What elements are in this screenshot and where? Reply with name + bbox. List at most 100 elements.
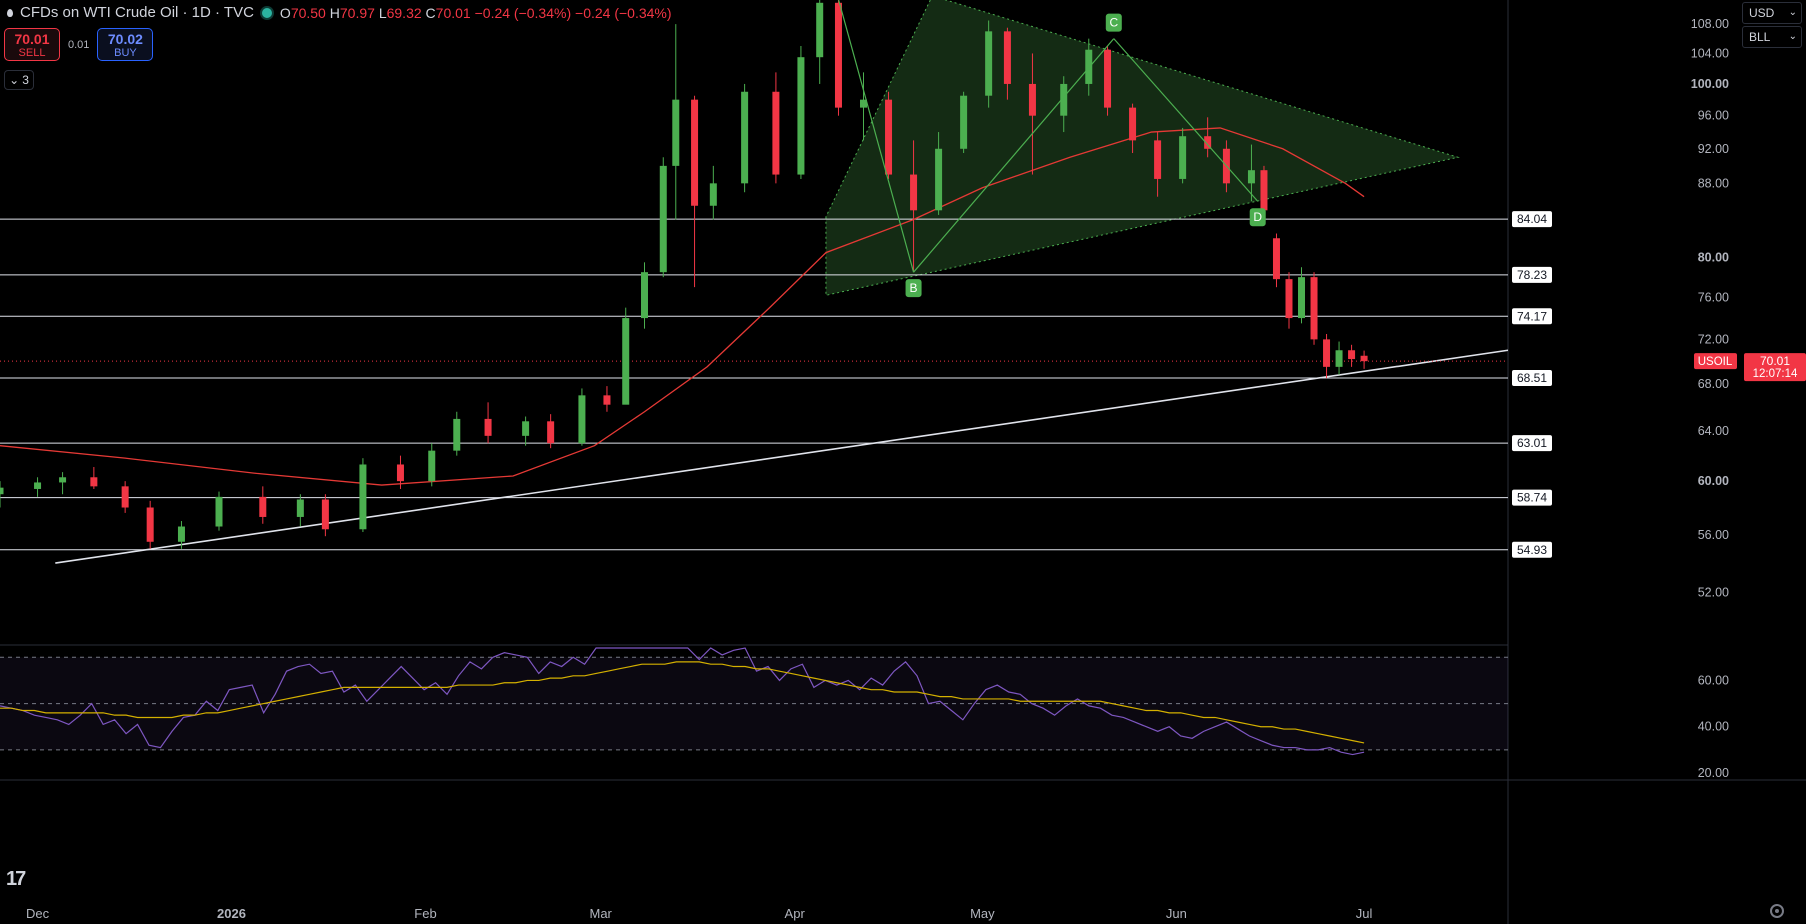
time-tick-label: Feb: [414, 906, 436, 921]
price-tick-label: 80.00: [1698, 250, 1729, 264]
unit-select[interactable]: BLL ⌄: [1742, 26, 1802, 48]
price-tick-label: 76.00: [1698, 290, 1729, 304]
time-tick-label: Mar: [590, 906, 613, 921]
time-tick-label: Jun: [1166, 906, 1187, 921]
candle-body: [484, 418, 492, 436]
level-price-label: 74.17: [1517, 309, 1547, 323]
pattern-point-label: C: [1109, 16, 1118, 30]
candle-body: [1085, 49, 1093, 84]
chevron-down-icon: ⌄: [9, 73, 20, 87]
price-tick-label: 104.00: [1691, 46, 1729, 60]
price-axis[interactable]: 52.00 56.00 60.00 64.00 68.00 72.00 76.00 80.00…: [1512, 17, 1806, 780]
indicators-toggle-button[interactable]: ⌄ 3: [4, 70, 34, 90]
buy-button[interactable]: 70.02 BUY: [97, 28, 154, 61]
triangle-pattern: [825, 0, 1460, 296]
candle-body: [359, 464, 367, 530]
candle-body: [121, 486, 129, 508]
time-tick-label: 2026: [217, 906, 246, 921]
candle-body: [1179, 136, 1187, 179]
candle-body: [1272, 238, 1280, 280]
candle-body: [1310, 277, 1318, 340]
price-tick-label: 96.00: [1698, 109, 1729, 123]
candle-body: [797, 57, 805, 175]
candle-body: [741, 91, 749, 184]
candle-body: [428, 450, 436, 482]
candle-body: [1154, 140, 1162, 179]
candle-body: [0, 487, 4, 495]
time-tick-label: May: [970, 906, 995, 921]
change-value: −0.24 (−0.34%): [474, 4, 572, 21]
market-status-icon[interactable]: [259, 5, 274, 20]
level-price-label: 54.93: [1517, 543, 1547, 557]
candle-body: [215, 496, 223, 527]
candle-body: [885, 99, 893, 175]
candle-body: [1247, 170, 1255, 184]
tradingview-logo-icon[interactable]: 17: [6, 868, 26, 891]
candle-body: [1285, 279, 1293, 319]
rsi-pane[interactable]: [0, 647, 1508, 756]
price-tick-label: 60.00: [1698, 474, 1729, 488]
candle-body: [259, 496, 267, 517]
candle-body: [522, 421, 530, 436]
candle-body: [34, 482, 42, 489]
chevron-down-icon: ⌄: [1788, 31, 1797, 42]
time-axis[interactable]: Dec 2026 Feb Mar Apr May Jun Jul: [26, 906, 1373, 921]
price-tick-label: 100.00: [1691, 77, 1729, 91]
candle-body: [59, 477, 67, 483]
candle-body: [1335, 350, 1343, 367]
price-tick-label: 108.00: [1691, 17, 1729, 31]
time-tick-label: Apr: [785, 906, 806, 921]
candle-body: [640, 272, 648, 319]
support-trendline: [55, 349, 1509, 564]
candle-body: [1129, 107, 1137, 141]
candle-body: [1104, 49, 1112, 108]
candle-body: [1360, 355, 1368, 362]
pattern-point-label: B: [910, 281, 918, 295]
ohlc-values: O70.50 H70.97 L69.32 C70.01 −0.24 (−0.34…: [279, 4, 672, 21]
candle-body: [622, 318, 630, 405]
candle-body: [672, 99, 680, 166]
gear-icon[interactable]: [1770, 904, 1784, 918]
price-tick-label: 72.00: [1698, 332, 1729, 346]
candle-body: [321, 499, 329, 530]
price-tick-label: 56.00: [1698, 528, 1729, 542]
current-price-label: 70.01: [1760, 354, 1790, 368]
candle-body: [1348, 350, 1356, 360]
sell-button[interactable]: 70.01 SELL: [4, 28, 60, 61]
time-tick-label: Dec: [26, 906, 50, 921]
price-tick-label: 92.00: [1698, 142, 1729, 156]
candle-body: [985, 31, 993, 96]
change-value-2: −0.24 (−0.34%): [575, 4, 672, 21]
symbol-header: CFDs on WTI Crude Oil · 1D · TVC O70.50 …: [6, 4, 672, 21]
candle-body: [960, 95, 968, 149]
candle-body: [603, 395, 611, 405]
symbol-title[interactable]: CFDs on WTI Crude Oil · 1D · TVC: [20, 4, 254, 21]
price-pane[interactable]: B C D: [0, 0, 1806, 924]
rsi-tick-label: 20.00: [1698, 766, 1729, 780]
candle-body: [146, 507, 154, 542]
level-price-label: 63.01: [1517, 436, 1547, 450]
currency-select[interactable]: USD ⌄: [1742, 2, 1802, 24]
chevron-down-icon: ⌄: [1788, 7, 1797, 18]
candle-body: [177, 526, 185, 542]
level-price-label: 78.23: [1517, 268, 1547, 282]
rsi-tick-label: 40.00: [1698, 720, 1729, 734]
chart-canvas[interactable]: B C D 52.00 56.00 60.00 64.00 68.00 72.00 76.00 8…: [0, 0, 1806, 924]
candle-body: [910, 174, 918, 211]
trade-panel: 70.01 SELL 0.01 70.02 BUY: [4, 28, 154, 61]
spread-value: 0.01: [68, 38, 90, 51]
candle-body: [834, 2, 842, 108]
rsi-tick-label: 60.00: [1698, 673, 1729, 687]
pattern-point-label: D: [1253, 210, 1262, 224]
candle-body: [1323, 339, 1331, 367]
candle-body: [296, 499, 304, 517]
candle-body: [453, 418, 461, 451]
symbol-badge-label: USOIL: [1698, 356, 1733, 368]
candle-body: [659, 165, 667, 273]
time-tick-label: Jul: [1356, 906, 1373, 921]
candle-body: [1003, 31, 1011, 84]
candle-body: [772, 91, 780, 175]
candle-body: [396, 464, 404, 482]
candle-body: [1028, 83, 1036, 116]
price-tick-label: 88.00: [1698, 176, 1729, 190]
